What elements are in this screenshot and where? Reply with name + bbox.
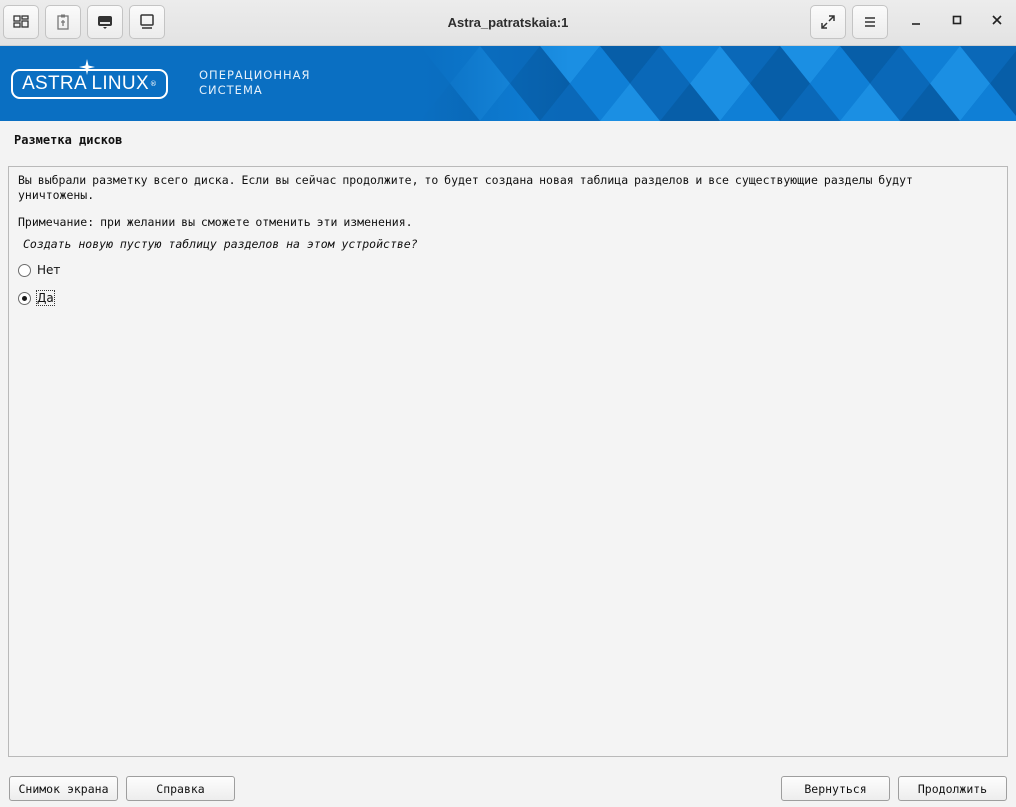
description-text: Вы выбрали разметку всего диска. Если вы… bbox=[18, 173, 913, 202]
option-no[interactable]: Нет bbox=[18, 263, 60, 277]
menu-button[interactable] bbox=[852, 5, 888, 39]
close-icon bbox=[991, 14, 1003, 30]
minimize-button[interactable] bbox=[901, 8, 931, 36]
content-panel: Вы выбрали разметку всего диска. Если вы… bbox=[8, 166, 1008, 757]
maximize-icon bbox=[951, 14, 963, 30]
logo-reg-mark: ® bbox=[149, 80, 157, 88]
astra-banner: ASTRA LINUX ® ОПЕРАЦИОННАЯ СИСТЕМА bbox=[0, 46, 1016, 121]
keyboard-icon bbox=[96, 13, 114, 31]
radio-yes[interactable] bbox=[18, 291, 31, 305]
option-yes-label[interactable]: Да bbox=[36, 290, 55, 306]
windows-icon bbox=[12, 13, 30, 31]
continue-button[interactable]: Продолжить bbox=[898, 776, 1007, 801]
section-title: Разметка дисков bbox=[14, 133, 123, 147]
window-titlebar: Astra_patratskaia:1 bbox=[0, 0, 1016, 46]
option-yes[interactable]: Да bbox=[18, 290, 55, 306]
clipboard-button[interactable] bbox=[45, 5, 81, 39]
help-button[interactable]: Справка bbox=[126, 776, 235, 801]
option-no-label[interactable]: Нет bbox=[37, 263, 60, 277]
close-button[interactable] bbox=[982, 8, 1012, 36]
banner-pattern bbox=[420, 46, 1016, 121]
clipboard-icon bbox=[54, 13, 72, 31]
star-icon bbox=[79, 59, 95, 75]
maximize-button[interactable] bbox=[942, 8, 972, 36]
menu-icon bbox=[862, 14, 878, 30]
question-text: Создать новую пустую таблицу разделов на… bbox=[23, 237, 418, 251]
minimize-icon bbox=[910, 14, 922, 30]
banner-subtitle-line1: ОПЕРАЦИОННАЯ bbox=[199, 68, 311, 82]
radio-no[interactable] bbox=[18, 263, 31, 277]
fullscreen-icon bbox=[820, 14, 836, 30]
monitor-button[interactable] bbox=[129, 5, 165, 39]
note-text: Примечание: при желании вы сможете отмен… bbox=[18, 215, 413, 229]
banner-subtitle: ОПЕРАЦИОННАЯ СИСТЕМА bbox=[199, 68, 311, 98]
logo-text: ASTRA LINUX bbox=[22, 73, 149, 94]
fullscreen-button[interactable] bbox=[810, 5, 846, 39]
windows-button[interactable] bbox=[3, 5, 39, 39]
keyboard-button[interactable] bbox=[87, 5, 123, 39]
banner-subtitle-line2: СИСТЕМА bbox=[199, 83, 263, 97]
monitor-icon bbox=[138, 13, 156, 31]
back-button[interactable]: Вернуться bbox=[781, 776, 890, 801]
screenshot-button[interactable]: Снимок экрана bbox=[9, 776, 118, 801]
